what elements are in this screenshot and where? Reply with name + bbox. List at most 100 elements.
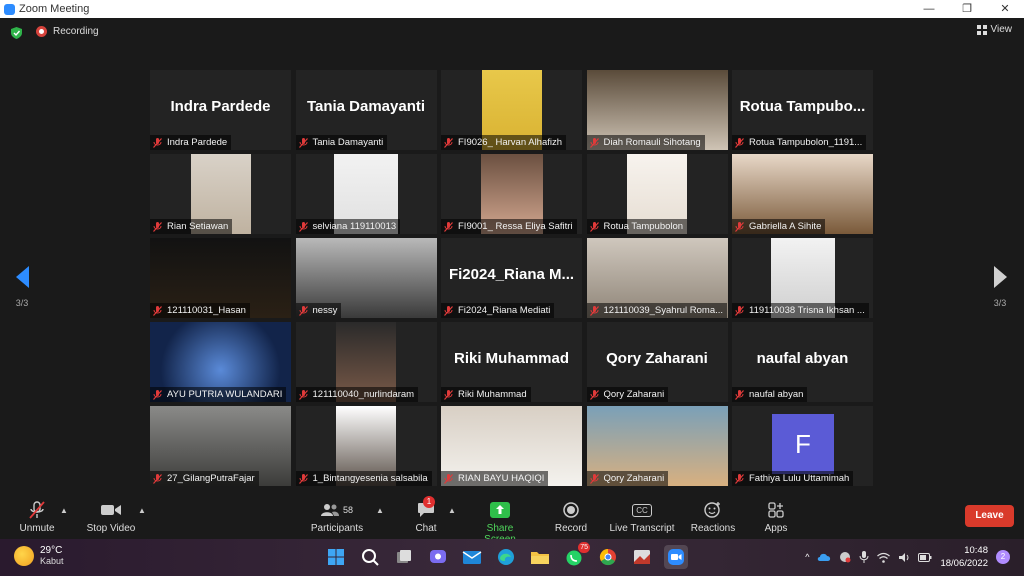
start-windows-icon[interactable] (324, 545, 348, 569)
participant-tile[interactable]: Diah Romauli Sihotang (586, 70, 728, 150)
record-button[interactable]: Record (553, 500, 589, 534)
apps-button[interactable]: Apps (760, 500, 792, 534)
chat-options-caret[interactable]: ▲ (448, 506, 456, 515)
participant-tile[interactable]: Fi2024_Riana M... Fi2024_Riana Mediati (441, 238, 582, 318)
chevron-up-icon[interactable]: ^ (805, 552, 809, 562)
muted-mic-icon (589, 389, 599, 400)
search-icon[interactable] (358, 545, 382, 569)
muted-mic-icon (444, 305, 453, 316)
recording-label: Recording (53, 26, 99, 37)
whatsapp-unread-badge: 75 (578, 542, 590, 553)
muted-mic-icon (298, 137, 308, 148)
muted-mic-icon (153, 389, 162, 400)
restore-button[interactable]: ❐ (948, 0, 986, 18)
participant-tile[interactable]: 121110031_Hasan (150, 238, 291, 318)
muted-mic-icon (153, 221, 162, 232)
taskbar-apps: 75 (324, 542, 688, 569)
participants-button[interactable]: 58 Participants (308, 500, 366, 534)
participants-options-caret[interactable]: ▲ (376, 506, 384, 515)
participant-tile[interactable]: 1_Bintangyesenia salsabila (295, 406, 437, 486)
participant-tile[interactable]: Gabriella A Sihite (732, 154, 873, 234)
participant-name: Qory Zaharani (603, 473, 665, 484)
participant-tile[interactable]: F Fathiya Lulu Uttamimah (732, 406, 873, 486)
wifi-icon[interactable] (877, 552, 891, 563)
participant-tile[interactable]: Rian Setiawan (150, 154, 291, 234)
unmute-button[interactable]: Unmute (16, 500, 58, 534)
participant-name-label: Diah Romauli Sihotang (586, 135, 705, 150)
mail-icon[interactable] (460, 545, 484, 569)
stop-video-button[interactable]: Stop Video (84, 500, 138, 534)
reactions-button[interactable]: Reactions (689, 500, 737, 534)
video-gallery: Indra Pardede Indra Pardede Tania Damayant… (150, 70, 874, 486)
muted-mic-icon (298, 221, 308, 232)
participant-tile[interactable]: RIAN BAYU HAQIQI (441, 406, 582, 486)
participant-tile[interactable]: Riki Muhammad Riki Muhammad (441, 322, 582, 402)
participant-tile[interactable]: naufal abyan naufal abyan (732, 322, 873, 402)
participant-display-name: Fi2024_Riana M... (448, 266, 575, 283)
microphone-icon[interactable] (859, 551, 869, 563)
chat-button[interactable]: 1 Chat (410, 496, 442, 534)
meet-now-icon[interactable] (839, 551, 851, 563)
participant-tile[interactable]: Qory Zaharani Qory Zaharani (586, 322, 728, 402)
participant-tile[interactable]: FI9001_ Ressa Eliya Safitri (441, 154, 582, 234)
participant-tile[interactable]: selviana 119110013 (295, 154, 437, 234)
participant-tile[interactable]: Rotua Tampubo... Rotua Tampubolon_1191... (732, 70, 873, 150)
page-indicator-right: 3/3 (993, 298, 1007, 308)
participant-tile[interactable]: Qory Zaharani (586, 406, 728, 486)
notification-badge[interactable]: 2 (996, 550, 1010, 564)
zoom-taskbar-icon[interactable] (664, 545, 688, 569)
participant-tile[interactable]: nessy (295, 238, 437, 318)
participant-tile[interactable]: FI9026_ Harvan Alhafizh (441, 70, 582, 150)
edge-browser-icon[interactable] (494, 545, 518, 569)
muted-mic-icon (153, 137, 162, 148)
volume-icon[interactable] (898, 552, 910, 563)
grid-view-icon (976, 24, 987, 35)
whatsapp-icon[interactable]: 75 (562, 542, 590, 569)
video-options-caret[interactable]: ▲ (138, 506, 146, 515)
participant-tile[interactable]: Rotua Tampubolon (586, 154, 728, 234)
participant-display-name: naufal abyan (756, 350, 849, 367)
apps-label: Apps (764, 523, 788, 534)
unmute-label: Unmute (19, 523, 55, 534)
recording-indicator[interactable]: Recording (36, 26, 99, 37)
participant-name-label: selviana 119110013 (295, 219, 401, 234)
participant-tile[interactable]: 119110038 Trisna Ikhsan ... (732, 238, 873, 318)
page-indicator-left: 3/3 (15, 298, 29, 308)
muted-mic-icon (735, 137, 744, 148)
clock-time: 10:48 (964, 545, 988, 556)
reactions-label: Reactions (690, 523, 736, 534)
teams-chat-icon[interactable] (426, 545, 450, 569)
chrome-browser-icon[interactable] (596, 545, 620, 569)
close-button[interactable]: ✕ (986, 0, 1024, 18)
video-camera-icon (101, 505, 121, 515)
security-shield-icon[interactable] (11, 27, 22, 39)
muted-mic-icon (589, 473, 599, 484)
participant-tile[interactable]: Indra Pardede Indra Pardede (150, 70, 291, 150)
participant-tile[interactable]: 121110040_nurlindaram (295, 322, 437, 402)
file-explorer-icon[interactable] (528, 545, 552, 569)
participant-name: 121110040_nurlindaram (312, 389, 415, 400)
participant-tile[interactable]: Tania Damayanti Tania Damayanti (295, 70, 437, 150)
muted-mic-icon (298, 305, 308, 316)
participant-name: 121110039_Syahrul Roma... (603, 305, 724, 316)
taskbar-clock[interactable]: 10:48 18/06/2022 (940, 544, 988, 570)
muted-mic-icon (298, 473, 308, 484)
participant-name-label: Rotua Tampubolon (586, 219, 688, 234)
participant-tile[interactable]: AYU PUTRIA WULANDARI (150, 322, 291, 402)
view-button[interactable]: View (976, 24, 1012, 35)
next-page[interactable]: 3/3 (985, 266, 1015, 308)
participant-tile[interactable]: 121110039_Syahrul Roma... (586, 238, 728, 318)
participant-display-name: Indra Pardede (170, 98, 271, 115)
battery-icon[interactable] (918, 552, 932, 562)
live-transcript-button[interactable]: CC Live Transcript (608, 500, 676, 534)
minimize-button[interactable]: — (910, 0, 948, 18)
leave-button[interactable]: Leave (965, 505, 1014, 527)
weather-widget[interactable]: 29°C Kabut (14, 545, 64, 566)
task-view-icon[interactable] (392, 545, 416, 569)
previous-page[interactable]: 3/3 (7, 266, 37, 308)
onedrive-cloud-icon[interactable] (817, 552, 831, 562)
weather-fog-icon (14, 545, 34, 566)
audio-options-caret[interactable]: ▲ (60, 506, 68, 515)
photos-app-icon[interactable] (630, 545, 654, 569)
participant-tile[interactable]: 27_GilangPutraFajar (150, 406, 291, 486)
